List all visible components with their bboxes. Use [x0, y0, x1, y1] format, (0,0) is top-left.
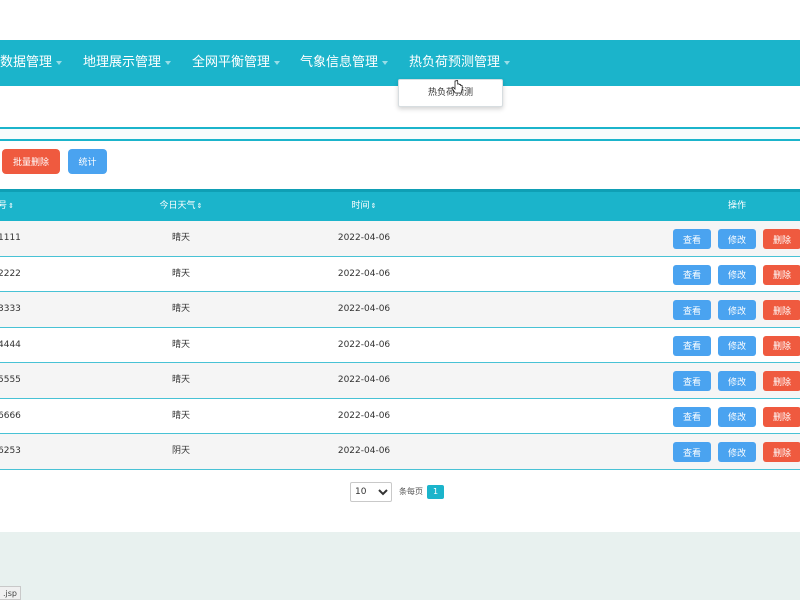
view-button[interactable]: 查看: [673, 300, 711, 320]
edit-button[interactable]: 修改: [718, 229, 756, 249]
cell-weather: 晴天: [171, 375, 190, 385]
delete-button[interactable]: 删除: [763, 371, 800, 391]
nav-item-data-management[interactable]: 数据管理: [0, 40, 63, 86]
table-row: 5555 晴天 2022-04-06 查看 修改 删除: [0, 363, 800, 399]
table-row: 6253 阴天 2022-04-06 查看 修改 删除: [0, 434, 800, 470]
cell-weather: 晴天: [171, 410, 190, 421]
edit-button[interactable]: 修改: [718, 335, 756, 356]
cell-time: 2022-04-06: [337, 375, 391, 385]
cell-id: 6666: [0, 410, 21, 421]
column-header-weather[interactable]: 今日天气⇕: [141, 192, 221, 221]
cell-weather: 晴天: [171, 304, 190, 314]
column-header-id[interactable]: 号⇕: [0, 192, 16, 221]
per-page-label: 条每页: [399, 487, 423, 496]
nav-item-label: 气象信息管理: [300, 55, 379, 70]
cell-id: 1111: [0, 233, 21, 243]
table-header: 号⇕ 今日天气⇕ 时间⇕ 操作: [0, 189, 800, 221]
column-header-time[interactable]: 时间⇕: [324, 192, 404, 221]
delete-button[interactable]: 删除: [763, 442, 800, 462]
cell-time: 2022-04-06: [337, 446, 391, 456]
edit-button[interactable]: 修改: [718, 300, 756, 320]
chevron-down-icon: [274, 60, 281, 65]
cell-time: 2022-04-06: [337, 268, 391, 279]
cell-weather: 晴天: [171, 339, 190, 350]
table-body: 1111 晴天 2022-04-06 查看 修改 删除 2222 晴天 2022-04-06 查看…: [0, 221, 800, 470]
chevron-down-icon: [382, 60, 389, 65]
view-button[interactable]: 查看: [673, 264, 711, 285]
cell-id: 4444: [0, 339, 21, 350]
view-button[interactable]: 查看: [673, 229, 711, 249]
nav-item-geo-display[interactable]: 地理展示管理: [83, 40, 172, 86]
view-button[interactable]: 查看: [673, 406, 711, 427]
chevron-down-icon: [165, 60, 172, 65]
edit-button[interactable]: 修改: [718, 371, 756, 391]
column-header-ops: 操作: [727, 201, 746, 211]
page-size-select[interactable]: 10: [350, 482, 392, 502]
nav-item-weather-info[interactable]: 气象信息管理: [300, 40, 389, 86]
cell-id: 2222: [0, 268, 21, 279]
cell-weather: 晴天: [171, 268, 190, 279]
section-divider: [0, 127, 800, 141]
delete-button[interactable]: 删除: [763, 229, 800, 249]
nav-item-label: 数据管理: [0, 55, 53, 70]
edit-button[interactable]: 修改: [718, 442, 756, 462]
sort-icon: ⇕: [8, 202, 14, 210]
data-table: 号⇕ 今日天气⇕ 时间⇕ 操作 1111 晴天 2022-04-06 查看 修改 删除 22…: [0, 189, 800, 470]
page-number-1[interactable]: 1: [427, 485, 444, 499]
view-button[interactable]: 查看: [673, 442, 711, 462]
cell-id: 6253: [0, 446, 21, 456]
sort-icon: ⇕: [370, 202, 377, 210]
delete-button[interactable]: 删除: [763, 335, 800, 356]
table-row: 3333 晴天 2022-04-06 查看 修改 删除: [0, 292, 800, 328]
cell-time: 2022-04-06: [337, 339, 391, 350]
hand-cursor-icon: [451, 80, 463, 94]
nav-item-network-balance[interactable]: 全网平衡管理: [192, 40, 281, 86]
sort-icon: ⇕: [196, 202, 203, 210]
chevron-down-icon: [56, 60, 63, 65]
page-footer: [0, 532, 800, 600]
stats-button[interactable]: 统计: [68, 149, 107, 174]
delete-button[interactable]: 删除: [763, 264, 800, 285]
delete-button[interactable]: 删除: [763, 406, 800, 427]
view-button[interactable]: 查看: [673, 335, 711, 356]
edit-button[interactable]: 修改: [718, 406, 756, 427]
table-row: 1111 晴天 2022-04-06 查看 修改 删除: [0, 221, 800, 257]
nav-item-label: 热负荷预测管理: [409, 55, 501, 70]
cell-id: 3333: [0, 304, 21, 314]
nav-item-label: 全网平衡管理: [192, 55, 271, 70]
table-row: 6666 晴天 2022-04-06 查看 修改 删除: [0, 398, 800, 434]
cell-id: 5555: [0, 375, 21, 385]
cell-time: 2022-04-06: [337, 410, 391, 421]
cell-weather: 阴天: [171, 446, 190, 456]
table-row: 4444 晴天 2022-04-06 查看 修改 删除: [0, 327, 800, 363]
edit-button[interactable]: 修改: [718, 264, 756, 285]
nav-item-label: 地理展示管理: [83, 55, 162, 70]
cell-weather: 晴天: [171, 233, 190, 243]
batch-delete-button[interactable]: 批量删除: [2, 149, 60, 174]
view-button[interactable]: 查看: [673, 371, 711, 391]
delete-button[interactable]: 删除: [763, 300, 800, 320]
cell-time: 2022-04-06: [337, 233, 391, 243]
table-row: 2222 晴天 2022-04-06 查看 修改 删除: [0, 256, 800, 292]
cell-time: 2022-04-06: [337, 304, 391, 314]
chevron-down-icon: [504, 60, 511, 65]
status-bar-url: .jsp: [0, 586, 22, 600]
